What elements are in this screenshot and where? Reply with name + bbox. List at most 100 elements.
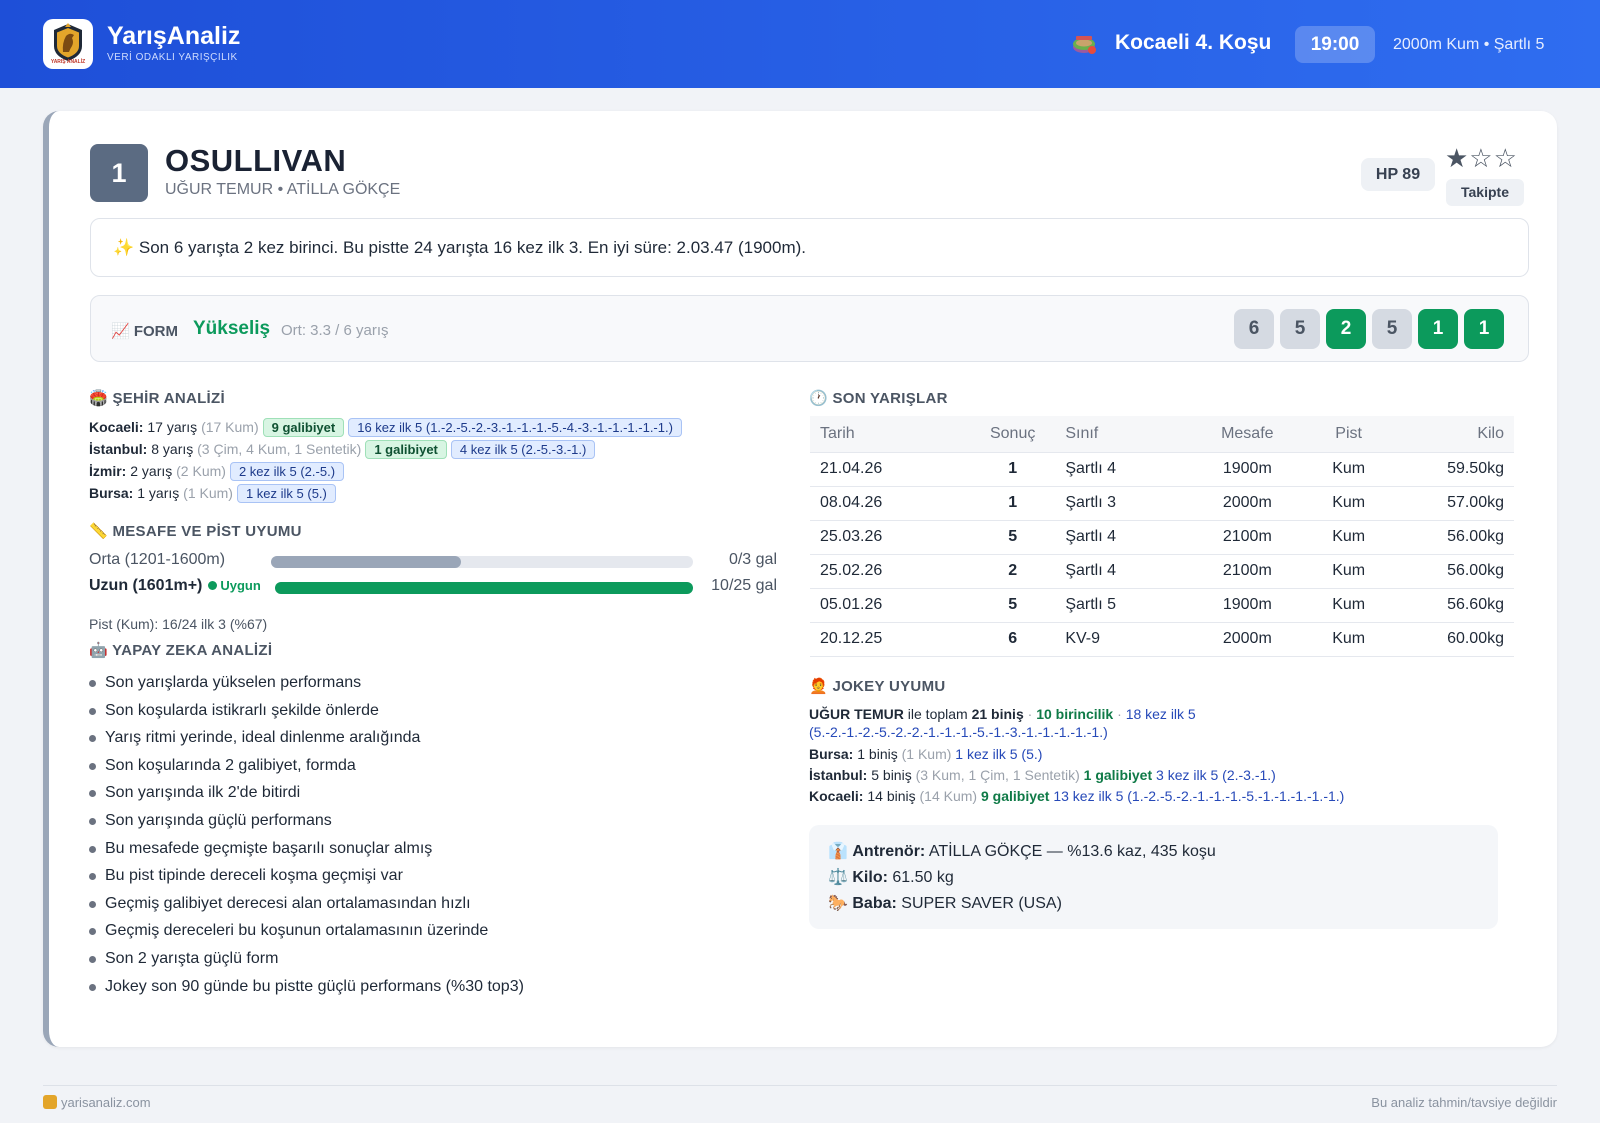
weight-label: Kilo:: [852, 869, 888, 886]
race-class-cell: Şartlı 4: [1055, 554, 1194, 589]
jockey-rides: 21 biniş: [971, 706, 1024, 722]
ai-analysis-title: 🤖 YAPAY ZEKA ANALİZİ: [89, 642, 273, 659]
fit-badge: Uygun: [208, 578, 261, 593]
race-weight-cell: 56.00kg: [1396, 554, 1514, 589]
city-track-detail: (1 Kum): [183, 485, 233, 501]
city-top5-tag: 16 kez ilk 5 (1.-2.-5.-2.-3.-1.-1.-1.-5.…: [348, 418, 682, 437]
table-row[interactable]: 21.04.26 1 Şartlı 4 1900m Kum 59.50kg: [810, 452, 1514, 487]
jockey-city-name: Bursa:: [809, 746, 854, 762]
jockey-city-top5: 1 kez ilk 5 (5.): [955, 746, 1043, 762]
ai-analysis-list: Son yarışlarda yükselen performans Son ko…: [89, 671, 524, 1002]
city-win-tag: 1 galibiyet: [365, 440, 447, 459]
separator: ·: [1113, 706, 1126, 722]
form-label: 📈 FORM: [111, 323, 179, 340]
race-class-cell: Şartlı 5: [1055, 588, 1194, 623]
trainer-value: ATİLLA GÖKÇE — %13.6 kaz, 435 koşu: [928, 843, 1216, 860]
jockey-wins: 10 birincilik: [1036, 706, 1114, 722]
jockey-top5-detail: (5.-2.-1.-2.-5.-2.-2.-1.-1.-1.-5.-1.-3.-…: [809, 724, 1108, 740]
race-date-cell: 25.03.26: [810, 520, 970, 555]
ai-analysis-item: Son koşularda istikrarlı şekilde önlerde: [89, 699, 524, 727]
table-row[interactable]: 25.02.26 2 Şartlı 4 2100m Kum 56.00kg: [810, 554, 1514, 589]
brand-tagline: VERİ ODAKLI YARIŞÇILIK: [107, 52, 238, 63]
city-win-tag: 9 galibiyet: [262, 418, 345, 437]
ai-analysis-item: Bu mesafede geçmişte başarılı sonuçlar a…: [89, 837, 524, 865]
hp-badge: HP 89: [1361, 158, 1435, 191]
city-analysis-title: 🏟️ ŞEHİR ANALİZİ: [89, 390, 225, 407]
horse-icon: 🐎: [828, 895, 848, 912]
form-panel: 📈 FORM Yükseliş Ort: 3.3 / 6 yarış 65251…: [90, 295, 1529, 362]
distance-label-text: Orta (1201-1600m): [89, 551, 226, 568]
follow-button[interactable]: Takipte: [1446, 179, 1524, 206]
ai-analysis-item: Son yarışında ilk 2'de bitirdi: [89, 781, 524, 809]
sire-line: 🐎 Baba: SUPER SAVER (USA): [828, 893, 1062, 913]
column-header: Sonuç: [970, 416, 1056, 453]
jockey-city-name: İstanbul:: [809, 767, 868, 783]
jockey-city-detail: (3 Kum, 1 Çim, 1 Sentetik): [915, 767, 1080, 783]
column-header: Sınıf: [1055, 416, 1194, 453]
race-meta: 2000m Kum • Şartlı 5: [1393, 36, 1545, 53]
distance-label: Uzun (1601m+) Uygun: [89, 577, 261, 595]
horse-name: OSULLIVAN: [165, 143, 347, 178]
form-result-chip: 6: [1234, 309, 1274, 349]
jockey-city-row: Bursa: 1 biniş (1 Kum) 1 kez ilk 5 (5.): [809, 746, 1042, 762]
race-class-cell: Şartlı 4: [1055, 452, 1194, 487]
table-row[interactable]: 25.03.26 5 Şartlı 4 2100m Kum 56.00kg: [810, 520, 1514, 555]
ai-analysis-item: Yarış ritmi yerinde, ideal dinlenme aral…: [89, 726, 524, 754]
jockey-fit-title: 🧑‍🦰 JOKEY UYUMU: [809, 678, 946, 695]
brand-logo[interactable]: YARIŞ ANALİZ: [43, 19, 93, 69]
race-result-cell: 1: [970, 486, 1056, 521]
city-name: Bursa:: [89, 485, 134, 501]
city-race-count: 2 yarış: [130, 463, 173, 479]
trainer-label: Antrenör:: [852, 843, 926, 860]
brand-name[interactable]: YarışAnaliz: [107, 22, 240, 51]
race-date-cell: 21.04.26: [810, 452, 970, 487]
jockey-name: UĞUR TEMUR: [809, 706, 904, 722]
jockey-city-rides: 14 biniş: [867, 788, 916, 804]
table-row[interactable]: 05.01.26 5 Şartlı 5 1900m Kum 56.60kg: [810, 588, 1514, 623]
necktie-icon: 👔: [828, 843, 848, 860]
star-rating[interactable]: ★☆☆: [1445, 143, 1518, 174]
horse-number: 1: [90, 144, 148, 202]
ai-analysis-item: Bu pist tipinde dereceli koşma geçmişi v…: [89, 864, 524, 892]
form-result-chip: 1: [1464, 309, 1504, 349]
distance-value: 10/25 gal: [711, 577, 777, 594]
table-row[interactable]: 20.12.25 6 KV-9 2000m Kum 60.00kg: [810, 622, 1514, 657]
distance-progress-bar: [271, 556, 693, 568]
separator: ·: [1023, 706, 1037, 722]
ai-analysis-item: Geçmiş galibiyet derecesi alan ortalamas…: [89, 892, 524, 920]
footer-site-link[interactable]: yarisanaliz.com: [61, 1095, 151, 1110]
distance-label: Orta (1201-1600m): [89, 551, 225, 569]
race-track-cell: Kum: [1300, 588, 1397, 623]
weight-line: ⚖️ Kilo: 61.50 kg: [828, 867, 954, 887]
jockey-city-top5: 13 kez ilk 5 (1.-2.-5.-2.-1.-1.-1.-5.-1.…: [1053, 788, 1345, 804]
race-weight-cell: 60.00kg: [1396, 622, 1514, 657]
race-title: Kocaeli 4. Koşu: [1115, 31, 1272, 54]
form-trend: Yükseliş: [193, 318, 271, 339]
city-name: İstanbul:: [89, 441, 148, 457]
form-result-chip: 1: [1418, 309, 1458, 349]
city-track-detail: (3 Çim, 4 Kum, 1 Sentetik): [197, 441, 362, 457]
recent-races-table: Tarih Sonuç Sınıf Mesafe Pist Kilo 21.04.26 1 Ş…: [810, 416, 1514, 657]
footer-site[interactable]: yarisanaliz.com: [43, 1095, 151, 1110]
distance-label-text: Uzun (1601m+): [89, 577, 203, 594]
race-date-cell: 08.04.26: [810, 486, 970, 521]
race-result-cell: 6: [970, 622, 1056, 657]
column-header: Tarih: [810, 416, 970, 453]
city-row: Kocaeli: 17 yarış (17 Kum) 9 galibiyet 16 …: [89, 418, 682, 437]
race-time-badge: 19:00: [1295, 26, 1375, 63]
status-dot-icon: [208, 581, 218, 590]
form-result-chips: 652511: [1234, 309, 1504, 349]
sire-label: Baba:: [852, 895, 897, 912]
race-distance-cell: 2100m: [1193, 554, 1301, 589]
jockey-city-rides: 5 biniş: [871, 767, 912, 783]
race-track-cell: Kum: [1300, 554, 1397, 589]
logo-text: YARIŞ ANALİZ: [50, 59, 86, 65]
city-top5-tag: 4 kez ilk 5 (2.-5.-3.-1.): [450, 440, 596, 459]
info-panel: 👔 Antrenör: ATİLLA GÖKÇE — %13.6 kaz, 43…: [809, 825, 1498, 929]
jockey-top5: 18 kez ilk 5: [1125, 706, 1196, 722]
race-distance-cell: 2100m: [1193, 520, 1301, 555]
jockey-city-detail: (1 Kum): [901, 746, 952, 762]
race-date-cell: 05.01.26: [810, 588, 970, 623]
table-row[interactable]: 08.04.26 1 Şartlı 3 2000m Kum 57.00kg: [810, 486, 1514, 521]
race-date-cell: 20.12.25: [810, 622, 970, 657]
